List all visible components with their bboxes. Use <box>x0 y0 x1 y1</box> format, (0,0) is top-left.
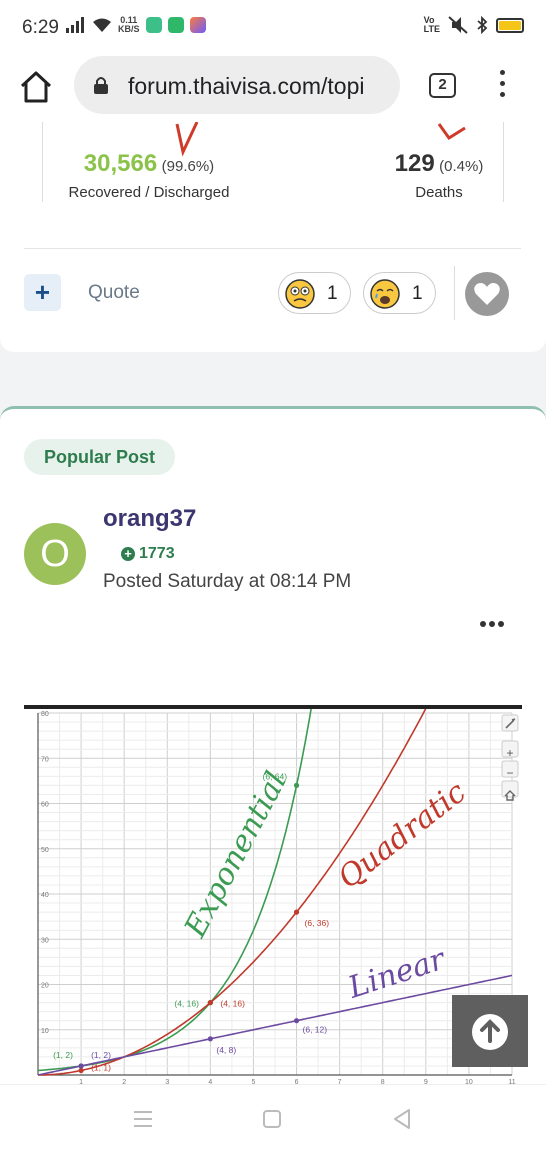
heart-icon <box>474 283 500 305</box>
separator <box>454 266 455 320</box>
series-name-quadratic: Quadratic <box>332 775 473 896</box>
reaction-sad[interactable]: 1 <box>363 272 436 314</box>
stat-recovered: 30,566 (99.6%) Recovered / Discharged <box>49 150 249 201</box>
wifi-icon <box>93 18 111 32</box>
battery-icon <box>496 17 524 33</box>
data-point <box>293 909 300 915</box>
menu-icon[interactable] <box>492 70 512 100</box>
lock-icon <box>94 77 108 94</box>
status-bar: 6:29 0.11 KB/S Vo LTE <box>0 0 546 56</box>
back-icon[interactable] <box>392 1108 412 1130</box>
chart: 1 2 3 4 5 6 7 8 9 10 111020304050607080(1, 2)(4, 1… <box>37 709 519 1086</box>
stat-number: 30,566 <box>83 150 158 177</box>
data-label: (1, 2) <box>91 1050 111 1060</box>
data-label: (4, 16) <box>174 999 199 1009</box>
divider <box>24 248 521 249</box>
more-options-icon[interactable] <box>480 621 504 627</box>
multiquote-button[interactable]: + <box>24 274 61 311</box>
net-speed: 0.11 KB/S <box>118 16 140 34</box>
posted-date: Posted Saturday at 08:14 PM <box>103 571 352 592</box>
data-label: (4, 8) <box>216 1045 236 1055</box>
bluetooth-icon <box>477 16 488 34</box>
status-right-icons: Vo LTE <box>424 16 524 34</box>
plus-circle-icon: + <box>121 547 135 561</box>
signal-icon <box>66 17 84 33</box>
scroll-to-top-button[interactable] <box>452 995 528 1067</box>
y-tick-label: 30 <box>41 937 49 944</box>
address-bar[interactable]: forum.thaivisa.com/topi <box>74 56 400 114</box>
data-point <box>207 1000 213 1006</box>
status-left-icons: 0.11 KB/S <box>66 16 206 34</box>
data-point <box>207 1036 213 1042</box>
home-icon[interactable] <box>262 1109 282 1129</box>
stat-percent: (0.4%) <box>439 158 484 175</box>
post-image-graph[interactable]: 1 2 3 4 5 6 7 8 9 10 11 10 20 30 40 50 60 70 80 (1, 2) (4, 1… <box>24 705 522 1089</box>
reaction-count: 1 <box>327 283 338 304</box>
data-point <box>78 1063 84 1069</box>
browser-toolbar: forum.thaivisa.com/topi 2 <box>0 56 546 122</box>
data-label: (6, 36) <box>305 918 330 928</box>
data-label: (1, 2) <box>53 1050 73 1060</box>
data-label: (6, 12) <box>303 1025 328 1035</box>
stat-label: Recovered / Discharged <box>68 184 230 201</box>
confused-face-icon <box>285 279 315 309</box>
data-label: (1, 1) <box>91 1062 111 1072</box>
y-tick-label: 20 <box>41 983 49 990</box>
quote-button[interactable]: Quote <box>88 282 140 304</box>
mute-icon <box>448 16 468 34</box>
y-tick-label: 40 <box>41 892 49 899</box>
reaction-confused[interactable]: 1 <box>278 272 351 314</box>
popular-post-badge: Popular Post <box>24 439 175 475</box>
series-name-linear: Linear <box>343 941 450 1006</box>
stat-label: Deaths <box>415 184 463 201</box>
url-text: forum.thaivisa.com/topi <box>128 73 365 99</box>
stats-box: 30,566 (99.6%) Recovered / Discharged 12… <box>42 122 504 202</box>
chat-notification-icon <box>167 17 184 33</box>
shortcut-notification-icon <box>189 17 206 33</box>
reputation: + 1773 <box>121 545 175 563</box>
series-name-exponential: Exponential <box>177 766 294 944</box>
arrow-up-circle-icon <box>472 1014 508 1050</box>
reaction-count: 1 <box>412 283 423 304</box>
y-tick-label: 70 <box>41 756 49 763</box>
like-button[interactable] <box>465 272 509 316</box>
zoom-out-icon: − <box>506 766 513 780</box>
y-tick-label: 50 <box>41 847 49 854</box>
app-notification-icon <box>145 17 162 33</box>
stat-percent: (99.6%) <box>161 158 215 175</box>
volte-bottom: LTE <box>423 24 440 34</box>
series-line-quadratic <box>38 709 427 1076</box>
tabs-button[interactable]: 2 <box>429 73 456 98</box>
recents-icon[interactable] <box>132 1109 154 1129</box>
y-tick-label: 10 <box>41 1028 49 1035</box>
home-icon[interactable] <box>18 69 54 105</box>
series-line-exponential <box>37 709 312 1072</box>
zoom-in-icon: + <box>506 746 513 760</box>
data-point <box>78 1067 84 1074</box>
avatar[interactable]: O <box>24 523 86 585</box>
clock: 6:29 <box>22 17 59 38</box>
stat-number: 129 <box>394 150 435 177</box>
home-icon-button[interactable] <box>501 780 519 798</box>
system-navigation-bar <box>0 1084 546 1152</box>
reputation-count: 1773 <box>139 545 175 562</box>
author-name[interactable]: orang37 <box>103 505 196 533</box>
data-point <box>293 782 300 788</box>
stat-deaths: 129 (0.4%) Deaths <box>369 150 509 201</box>
y-tick-label: 60 <box>41 802 49 809</box>
data-point <box>293 1018 300 1024</box>
handwritten-mark-icon <box>437 123 466 141</box>
previous-post-card: 30,566 (99.6%) Recovered / Discharged 12… <box>0 122 546 352</box>
volte-icon: Vo LTE <box>424 16 440 34</box>
sad-face-icon <box>370 279 400 309</box>
y-tick-label: 80 <box>41 711 49 718</box>
net-speed-unit: KB/S <box>118 24 140 34</box>
data-label: (4, 16) <box>220 999 245 1009</box>
